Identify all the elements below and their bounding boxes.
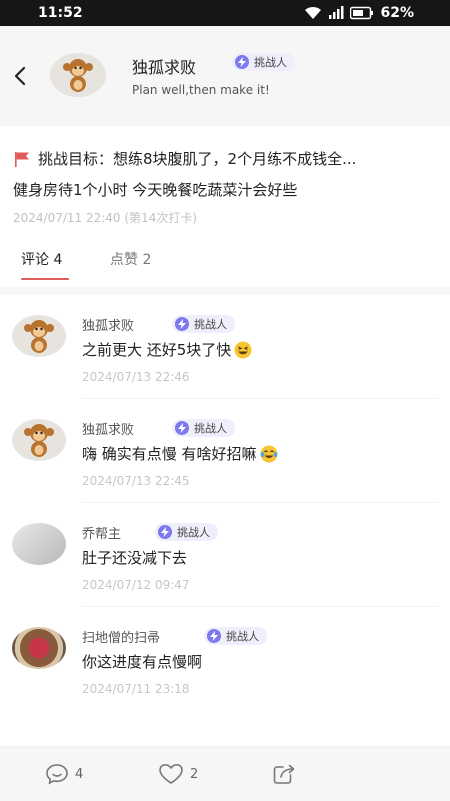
challenger-badge: 挑战人	[232, 53, 295, 71]
cell-signal-icon	[329, 6, 344, 19]
grinning-squint-face-icon	[234, 341, 252, 358]
commenter-avatar[interactable]	[12, 523, 66, 565]
monkey-avatar-icon	[63, 59, 93, 92]
wifi-icon	[305, 6, 322, 19]
tab-bar: 评论 4 点赞 2	[0, 240, 450, 284]
active-tab-indicator	[21, 278, 69, 280]
comment-text: 肚子还没减下去	[82, 549, 188, 567]
status-bar: 11:52 62%	[0, 0, 450, 26]
like-count: 2	[190, 766, 199, 782]
lightning-icon	[235, 55, 249, 69]
commenter-avatar[interactable]	[12, 419, 66, 461]
comment-time: 2024/07/13 22:46	[82, 370, 190, 384]
challenger-badge: 挑战人	[172, 419, 235, 437]
back-arrow-icon[interactable]	[8, 61, 32, 91]
commenter-name[interactable]: 独孤求败	[82, 419, 134, 438]
checkin-text: 健身房待1个小时 今天晚餐吃蔬菜汁会好些	[13, 181, 298, 199]
commenter-name[interactable]: 乔帮主	[82, 523, 121, 542]
lightning-icon	[175, 421, 189, 435]
red-flag-icon	[15, 151, 29, 167]
badge-label: 挑战人	[254, 56, 287, 69]
badge-label: 挑战人	[226, 630, 259, 643]
comment-text-row: 嗨 确实有点慢 有啥好招嘛	[82, 443, 278, 464]
challenge-content: 挑战目标：想练8块腹肌了，2个月练不成钱全... 健身房待1个小时 今天晚餐吃蔬…	[13, 148, 443, 226]
lightning-icon	[207, 629, 221, 643]
like-button[interactable]: 2	[158, 763, 198, 785]
comment-text-row: 肚子还没减下去	[82, 547, 187, 568]
challenger-badge: 挑战人	[155, 523, 218, 541]
tab-likes[interactable]: 点赞 2	[110, 249, 151, 269]
comment-item: 独孤求败 挑战人 嗨 确实有点慢 有啥好招嘛 2024/07/13 22:45	[0, 399, 450, 503]
comment-text: 之前更大 还好5块了快	[82, 341, 232, 359]
comment-item: 乔帮主 挑战人 肚子还没减下去 2024/07/12 09:47	[0, 503, 450, 607]
goal-text: 挑战目标：想练8块腹肌了，2个月练不成钱全...	[38, 150, 357, 168]
commenter-avatar[interactable]	[12, 315, 66, 357]
author-motto: Plan well,then make it!	[132, 83, 270, 97]
badge-label: 挑战人	[177, 526, 210, 539]
comment-time: 2024/07/12 09:47	[82, 578, 190, 592]
comment-text-row: 之前更大 还好5块了快	[82, 339, 252, 360]
comment-time: 2024/07/11 23:18	[82, 682, 190, 696]
monkey-avatar-icon	[24, 320, 54, 353]
battery-percent: 62%	[380, 5, 414, 21]
comment-text: 你这进度有点慢啊	[82, 653, 203, 671]
comment-text-row: 你这进度有点慢啊	[82, 651, 202, 672]
badge-label: 挑战人	[194, 422, 227, 435]
comment-count: 4	[75, 766, 84, 782]
challenger-badge: 挑战人	[204, 627, 267, 645]
author-avatar[interactable]	[50, 53, 106, 97]
checkin-meta: 2024/07/11 22:40 (第14次打卡)	[13, 211, 198, 225]
comment-text: 嗨 确实有点慢 有啥好招嘛	[82, 445, 257, 463]
commenter-name[interactable]: 独孤求败	[82, 315, 134, 334]
comment-bubble-icon	[46, 764, 68, 785]
share-icon	[273, 764, 295, 784]
tears-of-joy-face-icon	[260, 445, 278, 462]
author-name[interactable]: 独孤求败	[132, 54, 196, 78]
comment-item: 独孤求败 挑战人 之前更大 还好5块了快 2024/07/13 22:46	[0, 295, 450, 399]
challenge-goal[interactable]: 挑战目标：想练8块腹肌了，2个月练不成钱全...	[13, 148, 443, 169]
battery-icon	[350, 6, 374, 20]
lightning-icon	[175, 317, 189, 331]
commenter-avatar[interactable]	[12, 627, 66, 669]
badge-label: 挑战人	[194, 318, 227, 331]
post-header: 独孤求败 挑战人 Plan well,then make it!	[0, 26, 450, 126]
share-button[interactable]	[272, 763, 296, 785]
heart-icon	[159, 764, 183, 784]
monkey-avatar-icon	[24, 424, 54, 457]
status-icons: 62%	[304, 5, 414, 21]
comment-item: 扫地僧的扫帚 挑战人 你这进度有点慢啊 2024/07/11 23:18	[0, 607, 450, 711]
commenter-name[interactable]: 扫地僧的扫帚	[82, 627, 160, 646]
comment-time: 2024/07/13 22:45	[82, 474, 190, 488]
status-time: 11:52	[38, 5, 83, 21]
comment-button[interactable]: 4	[45, 763, 83, 785]
section-divider	[0, 287, 450, 295]
challenger-badge: 挑战人	[172, 315, 235, 333]
bottom-action-bar: 4 2	[0, 746, 450, 801]
tab-comments[interactable]: 评论 4	[21, 249, 62, 269]
lightning-icon	[158, 525, 172, 539]
